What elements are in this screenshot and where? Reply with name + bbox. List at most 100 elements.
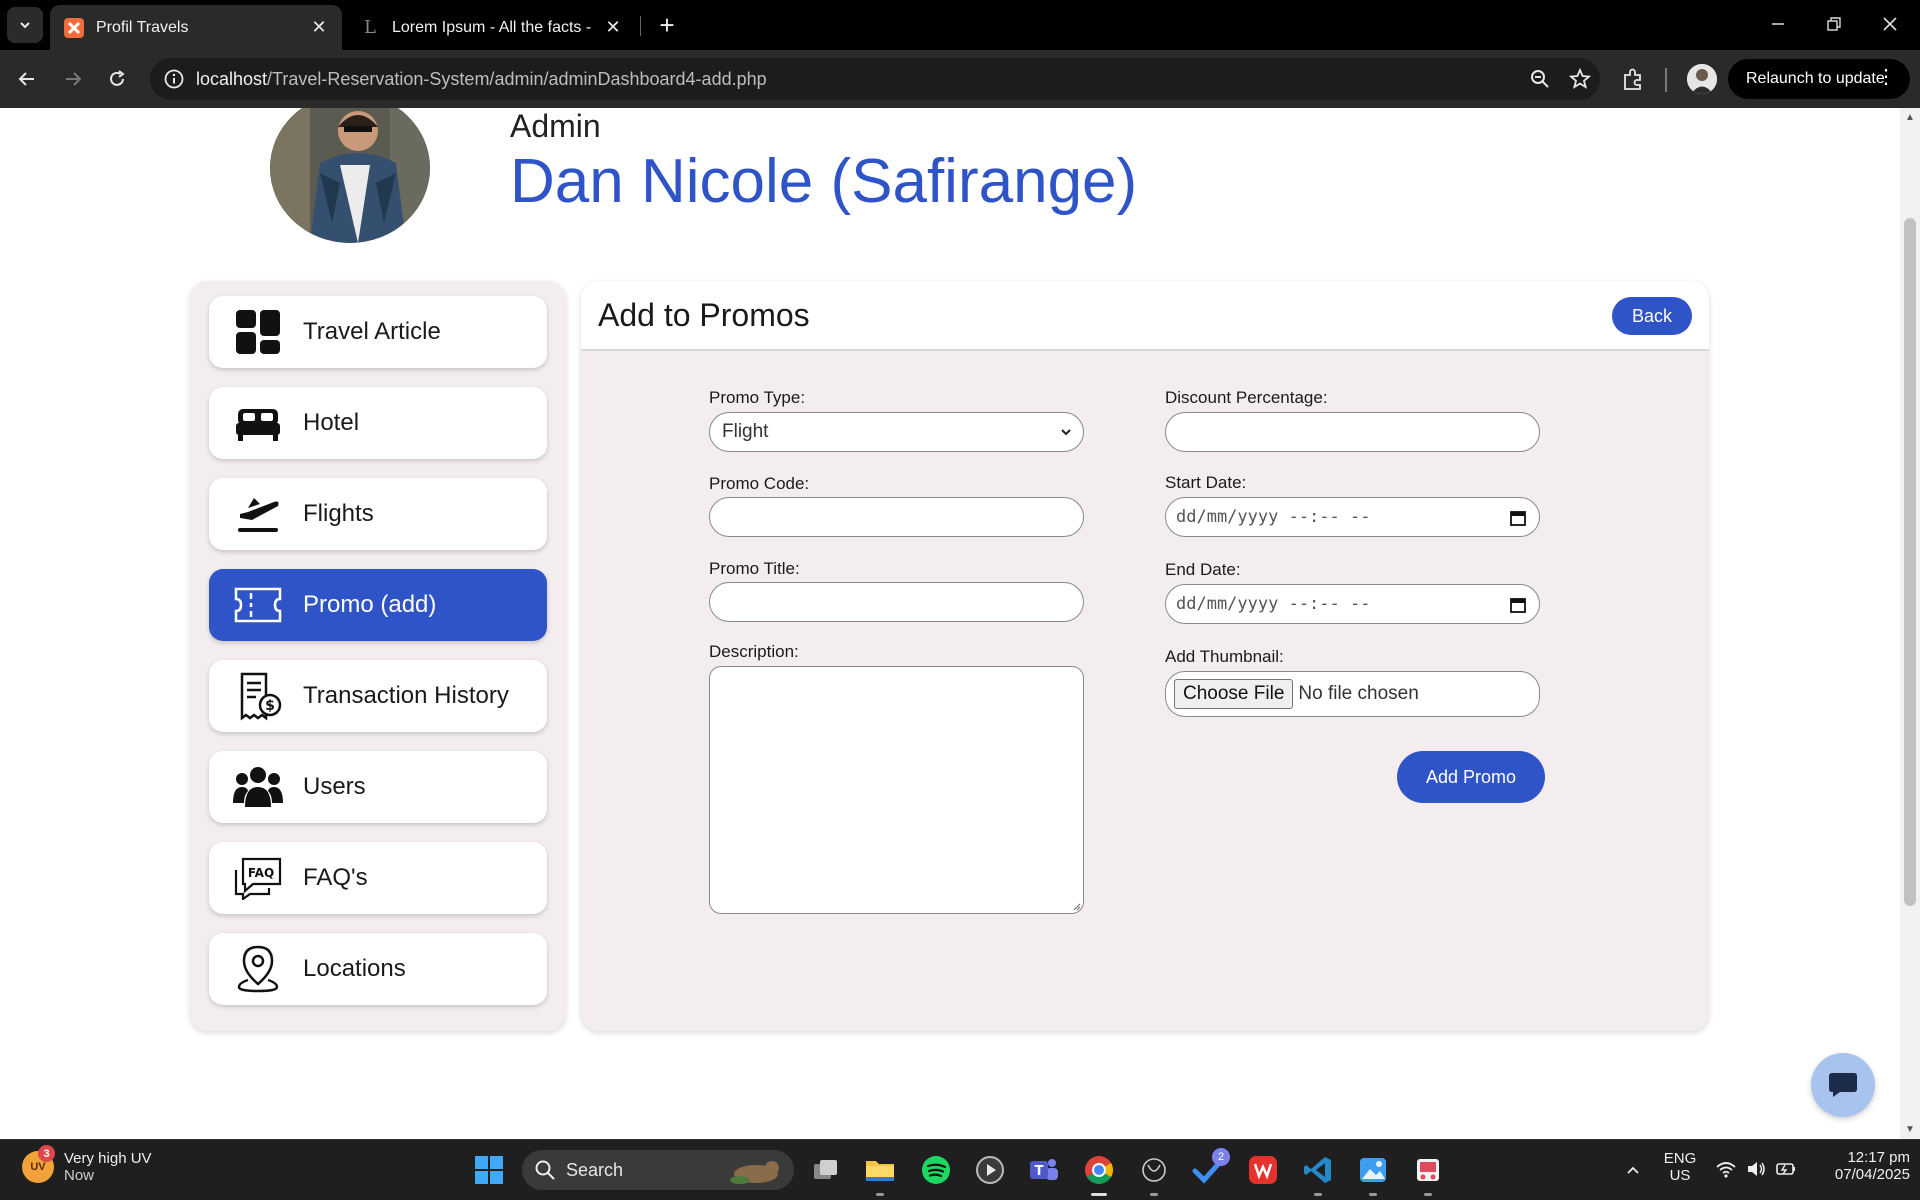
choose-file-button[interactable]: Choose File	[1174, 679, 1294, 709]
file-explorer-button[interactable]	[862, 1152, 898, 1196]
back-nav-button[interactable]	[8, 60, 46, 98]
thumbnail-label: Add Thumbnail:	[1165, 647, 1284, 666]
end-date-input[interactable]: dd/mm/yyyy --:-- --	[1165, 584, 1540, 624]
sidebar-item-locations[interactable]: Locations	[209, 933, 547, 1005]
sidebar-item-travel-article[interactable]: Travel Article	[209, 296, 547, 368]
sidebar-item-label: FAQ's	[303, 864, 368, 891]
forward-nav-button[interactable]	[54, 60, 92, 98]
system-tray[interactable]	[1715, 1158, 1797, 1180]
weather-main-text: Very high UV	[64, 1150, 152, 1167]
promo-type-select[interactable]: Flight	[709, 412, 1084, 452]
search-icon	[535, 1160, 555, 1180]
admin-sidebar: Travel Article Hotel Flights Promo (add)…	[190, 281, 566, 1031]
chevron-up-icon	[1627, 1166, 1639, 1174]
language-indicator[interactable]: ENG US	[1660, 1150, 1700, 1184]
address-bar[interactable]: localhost/Travel-Reservation-System/admi…	[150, 58, 1600, 100]
admin-avatar	[270, 108, 430, 243]
scroll-up-icon[interactable]: ▲	[1905, 112, 1915, 123]
reload-button[interactable]	[98, 60, 136, 98]
wps-office-icon	[1249, 1156, 1277, 1184]
bookmark-star-icon[interactable]	[1568, 67, 1592, 91]
toolbar-separator	[1665, 68, 1667, 92]
calendar-icon[interactable]	[1509, 596, 1527, 614]
spotify-button[interactable]	[918, 1152, 954, 1188]
clock-time: 12:17 pm	[1847, 1149, 1910, 1166]
clock[interactable]: 12:17 pm 07/04/2025	[1810, 1149, 1910, 1183]
promo-title-input[interactable]	[709, 582, 1084, 622]
close-window-button[interactable]	[1862, 0, 1918, 48]
minimize-button[interactable]	[1750, 0, 1806, 48]
media-player-button[interactable]	[972, 1152, 1008, 1188]
sidebar-item-users[interactable]: Users	[209, 751, 547, 823]
tab-search-button[interactable]	[7, 7, 43, 43]
teams-icon: T	[1030, 1159, 1058, 1180]
admin-role-label: Admin	[510, 108, 601, 144]
description-label: Description:	[709, 642, 799, 661]
sidebar-item-hotel[interactable]: Hotel	[209, 387, 547, 459]
wifi-icon	[1716, 1162, 1736, 1178]
add-promo-button[interactable]: Add Promo	[1397, 751, 1545, 803]
back-button[interactable]: Back	[1612, 297, 1692, 335]
resize-handle-icon[interactable]	[1071, 901, 1081, 911]
scroll-down-icon[interactable]: ▼	[1905, 1124, 1915, 1135]
page-scrollbar[interactable]: ▲ ▼	[1900, 108, 1920, 1139]
scroll-thumb[interactable]	[1904, 218, 1916, 906]
start-date-placeholder: dd/mm/yyyy --:-- --	[1176, 507, 1371, 527]
app-circle-button[interactable]	[1136, 1152, 1172, 1196]
start-button[interactable]	[471, 1152, 507, 1188]
show-hidden-icons-button[interactable]	[1615, 1152, 1651, 1188]
arrow-left-icon	[18, 72, 34, 86]
region-code: US	[1669, 1167, 1691, 1184]
sidebar-item-transaction-history[interactable]: $ Transaction History	[209, 660, 547, 732]
profile-avatar[interactable]	[1687, 64, 1717, 94]
running-indicator	[1424, 1193, 1432, 1196]
browser-tab-bar: Profil Travels ✕ L Lorem Ipsum - All the…	[0, 0, 1920, 50]
site-info-icon[interactable]	[162, 67, 186, 91]
running-indicator	[1314, 1193, 1322, 1196]
svg-text:FAQ: FAQ	[248, 866, 274, 880]
vscode-button[interactable]	[1300, 1152, 1336, 1196]
close-tab-icon[interactable]: ✕	[604, 17, 622, 38]
sidebar-item-faqs[interactable]: FAQ FAQ's	[209, 842, 547, 914]
thumbnail-file-input[interactable]: Choose File No file chosen	[1165, 671, 1540, 717]
url-text[interactable]: localhost/Travel-Reservation-System/admi…	[196, 69, 767, 90]
teams-button[interactable]: T	[1026, 1152, 1062, 1188]
task-view-button[interactable]	[808, 1152, 844, 1188]
weather-widget[interactable]: UV 3 Very high UV Now	[22, 1145, 152, 1184]
discount-input[interactable]	[1165, 412, 1540, 452]
running-indicator	[1150, 1193, 1158, 1196]
chat-button[interactable]	[1811, 1053, 1875, 1117]
wps-button[interactable]	[1245, 1152, 1281, 1188]
close-tab-icon[interactable]: ✕	[310, 17, 328, 38]
promo-type-value: Flight	[722, 421, 769, 442]
description-textarea[interactable]	[709, 666, 1084, 914]
photos-button[interactable]	[1355, 1152, 1391, 1196]
more-menu-icon[interactable]: ⋮	[1876, 67, 1896, 87]
new-tab-button[interactable]: +	[652, 10, 682, 40]
extensions-icon[interactable]	[1619, 65, 1647, 93]
sidebar-item-promo-add[interactable]: Promo (add)	[209, 569, 547, 641]
chrome-button[interactable]	[1081, 1152, 1117, 1196]
lipsum-favicon-icon: L	[364, 17, 376, 38]
tab-lorem-ipsum[interactable]: L Lorem Ipsum - All the facts - Lip ✕	[346, 5, 636, 50]
sidebar-item-label: Transaction History	[303, 682, 509, 709]
chat-icon	[1829, 1073, 1857, 1097]
start-date-input[interactable]: dd/mm/yyyy --:-- --	[1165, 497, 1540, 537]
photos-icon	[1360, 1158, 1386, 1182]
promo-code-input[interactable]	[709, 497, 1084, 537]
zoom-icon[interactable]	[1528, 67, 1552, 91]
todo-button[interactable]: 2	[1190, 1148, 1230, 1188]
panel-title: Add to Promos	[598, 297, 810, 333]
ticket-icon	[233, 580, 283, 630]
chevron-down-icon	[1061, 429, 1071, 436]
relaunch-button[interactable]: Relaunch to update ⋮	[1728, 59, 1910, 99]
promo-code-label: Promo Code:	[709, 474, 810, 493]
add-promo-panel: Add to Promos Back Promo Type: Flight Pr…	[581, 281, 1709, 1031]
taskbar-search[interactable]: Search	[522, 1150, 794, 1190]
restore-button[interactable]	[1806, 0, 1862, 48]
tab-title: Profil Travels	[96, 18, 189, 36]
tab-profil-travels[interactable]: Profil Travels ✕	[50, 5, 342, 50]
calendar-icon[interactable]	[1509, 509, 1527, 527]
sidebar-item-flights[interactable]: Flights	[209, 478, 547, 550]
snipping-tool-button[interactable]	[1410, 1152, 1446, 1196]
